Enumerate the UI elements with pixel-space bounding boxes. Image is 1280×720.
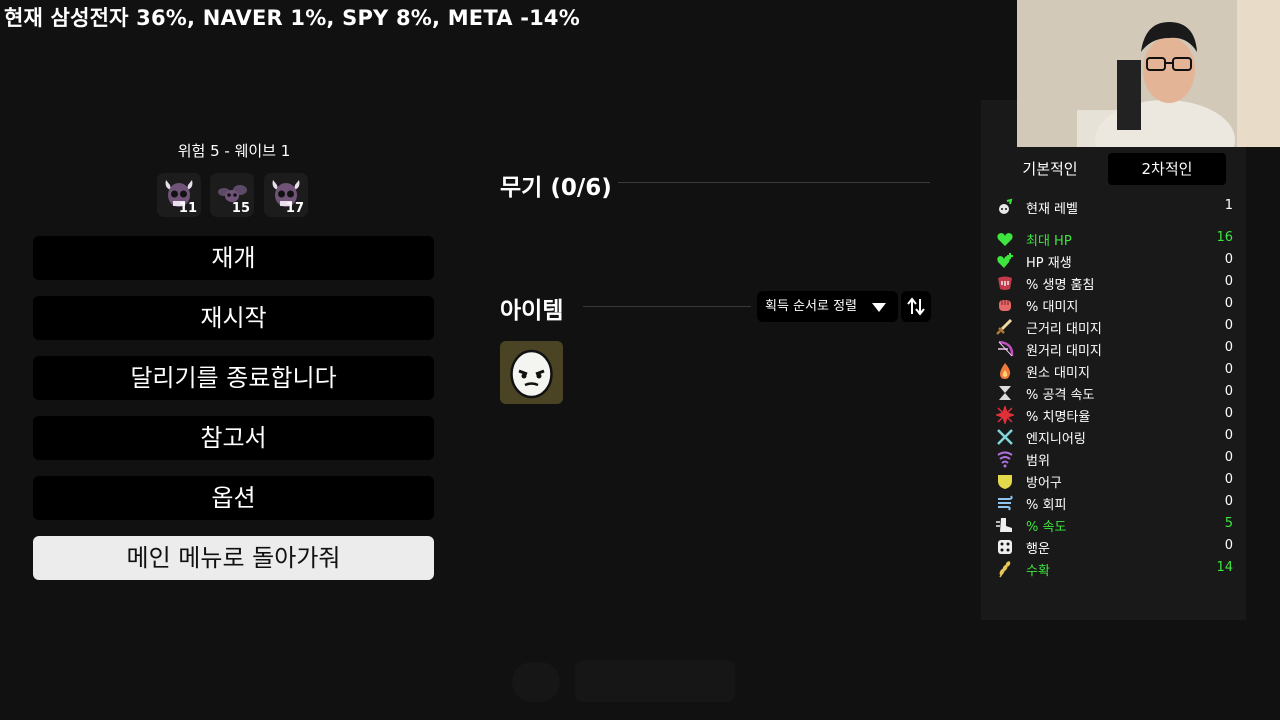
stat-row: % 공격 속도 0 (994, 382, 1238, 404)
stat-row: 원거리 대미지 0 (994, 338, 1238, 360)
sort-arrows-icon (907, 297, 925, 316)
hourglass-icon (999, 386, 1011, 400)
stat-value: 0 (1224, 450, 1233, 465)
stat-row: % 속도 5 (994, 514, 1238, 536)
background-hud-element (575, 660, 735, 702)
stat-row: % 대미지 0 (994, 294, 1238, 316)
stat-label: 엔지니어링 (1026, 432, 1086, 447)
stat-label: % 치명타율 (1026, 410, 1091, 425)
stat-row: % 치명타율 0 (994, 404, 1238, 426)
stat-label: 행운 (1026, 542, 1050, 557)
hp-regen-icon (997, 253, 1013, 268)
wheat-icon (999, 561, 1011, 578)
stat-value: 0 (1224, 406, 1233, 421)
stat-value: 0 (1224, 428, 1233, 443)
stat-label: % 대미지 (1026, 300, 1079, 315)
restart-button[interactable]: 재시작 (33, 296, 434, 340)
stat-value: 14 (1216, 560, 1233, 575)
options-button[interactable]: 옵션 (33, 476, 434, 520)
shield-icon (998, 475, 1012, 489)
damage-fist-icon (999, 300, 1011, 311)
sort-order-select[interactable]: 획득 순서로 정렬 (757, 291, 898, 322)
stat-label: 수확 (1026, 564, 1050, 579)
stat-row: % 회피 0 (994, 492, 1238, 514)
enemy-count: 15 (231, 201, 250, 216)
stat-value: 1 (1224, 198, 1233, 213)
enemy-slot: 15 (210, 173, 254, 217)
stat-value: 0 (1224, 362, 1233, 377)
bow-icon (998, 340, 1014, 357)
item-slot[interactable] (500, 341, 563, 404)
level-icon (999, 198, 1013, 214)
sort-order-label: 획득 순서로 정렬 (765, 299, 857, 314)
resume-button[interactable]: 재개 (33, 236, 434, 280)
tab-primary-stats[interactable]: 기본적인 (1008, 153, 1092, 185)
stat-label: % 공격 속도 (1026, 388, 1095, 403)
stat-label: 원소 대미지 (1026, 366, 1090, 381)
boot-speed-icon (996, 518, 1012, 532)
stat-row: 수확 14 (994, 558, 1238, 580)
tab-secondary-stats[interactable]: 2차적인 (1108, 153, 1226, 185)
stat-row: 엔지니어링 0 (994, 426, 1238, 448)
divider (618, 182, 930, 183)
enemy-count: 11 (178, 201, 197, 216)
flame-icon (1000, 363, 1011, 379)
stat-row: 범위 0 (994, 448, 1238, 470)
main-menu-button[interactable]: 메인 메뉴로 돌아가줘 (33, 536, 434, 580)
webcam-overlay (1017, 0, 1280, 147)
stock-ticker-overlay: 현재 삼성전자 36%, NAVER 1%, SPY 8%, META -14% (4, 6, 580, 30)
stat-row-level: 현재 레벨 1 (994, 196, 1238, 218)
enemy-count: 17 (285, 201, 304, 216)
sort-direction-toggle[interactable] (901, 291, 931, 322)
encyclopedia-button[interactable]: 참고서 (33, 416, 434, 460)
streamer-camera-image (1017, 0, 1280, 147)
weapons-heading: 무기 (0/6) (500, 175, 612, 201)
divider (583, 306, 751, 307)
stat-row: % 생명 훔침 0 (994, 272, 1238, 294)
potato-character-icon (510, 349, 553, 399)
dropdown-arrow-icon (872, 303, 886, 312)
heart-icon (997, 233, 1013, 246)
lifesteal-icon (998, 276, 1012, 290)
stat-value: 0 (1224, 384, 1233, 399)
stat-row: 근거리 대미지 0 (994, 316, 1238, 338)
crit-star-icon (996, 406, 1014, 424)
stat-value: 0 (1224, 494, 1233, 509)
stat-label: 최대 HP (1026, 234, 1072, 249)
stat-value: 0 (1224, 318, 1233, 333)
stat-value: 0 (1224, 274, 1233, 289)
stat-value: 5 (1224, 516, 1233, 531)
range-wave-icon (997, 451, 1013, 468)
stat-row: HP 재생 0 (994, 250, 1238, 272)
sword-icon (996, 318, 1013, 335)
stat-label: % 속도 (1026, 520, 1067, 535)
stat-value: 0 (1224, 472, 1233, 487)
items-heading: 아이템 (500, 298, 564, 324)
enemy-slot: 17 (264, 173, 308, 217)
stat-value: 0 (1224, 252, 1233, 267)
dice-icon (998, 540, 1012, 554)
stat-label: 근거리 대미지 (1026, 322, 1102, 337)
stat-value: 0 (1224, 296, 1233, 311)
stat-value: 0 (1224, 538, 1233, 553)
stat-label: % 생명 훔침 (1026, 278, 1095, 293)
enemy-slot: 11 (157, 173, 201, 217)
stat-row: 원소 대미지 0 (994, 360, 1238, 382)
stat-value: 16 (1216, 230, 1233, 245)
stat-label: 현재 레벨 (1026, 202, 1078, 217)
stat-row: 방어구 0 (994, 470, 1238, 492)
end-run-button[interactable]: 달리기를 종료합니다 (33, 356, 434, 400)
stat-row: 최대 HP 16 (994, 228, 1238, 250)
stat-label: 범위 (1026, 454, 1050, 469)
stat-label: 방어구 (1026, 476, 1062, 491)
danger-wave-label: 위험 5 - 웨이브 1 (177, 142, 291, 160)
stat-label: 원거리 대미지 (1026, 344, 1102, 359)
stat-label: HP 재생 (1026, 256, 1072, 271)
wrench-cross-icon (997, 429, 1013, 445)
stat-row: 행운 0 (994, 536, 1238, 558)
stat-label: % 회피 (1026, 498, 1067, 513)
stat-value: 0 (1224, 340, 1233, 355)
background-hud-element (512, 662, 560, 702)
dodge-wind-icon (998, 495, 1013, 511)
